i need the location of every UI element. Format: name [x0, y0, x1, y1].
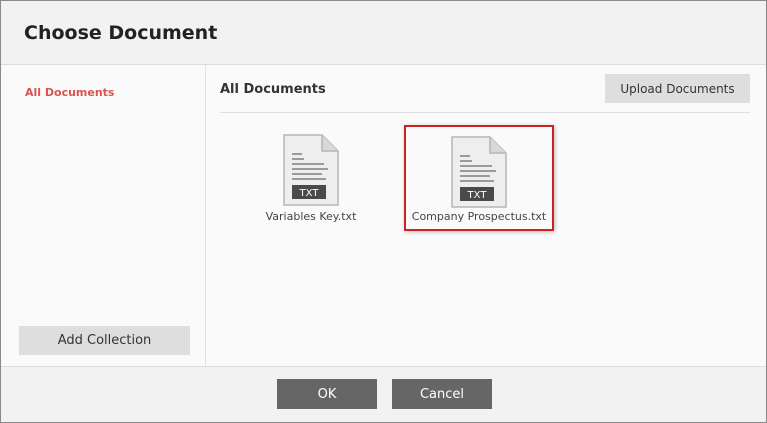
txt-file-icon: TXT: [283, 134, 339, 206]
dialog-header: Choose Document: [1, 1, 766, 65]
dialog-title: Choose Document: [24, 22, 218, 44]
divider: [220, 112, 750, 113]
file-type-badge: TXT: [467, 190, 488, 201]
document-item-company-prospectus[interactable]: TXT Company Prospectus.txt: [404, 125, 554, 231]
cancel-button[interactable]: Cancel: [392, 379, 492, 409]
ok-button[interactable]: OK: [277, 379, 377, 409]
sidebar: All Documents Add Collection: [1, 65, 206, 366]
txt-file-icon: TXT: [451, 136, 507, 208]
sidebar-item-all-documents[interactable]: All Documents: [25, 86, 114, 99]
document-browser: All Documents Upload Documents TXT Varia…: [206, 65, 766, 366]
section-title: All Documents: [220, 82, 326, 97]
file-type-badge: TXT: [299, 188, 320, 199]
upload-documents-button[interactable]: Upload Documents: [605, 74, 750, 103]
document-name: Variables Key.txt: [265, 210, 357, 223]
choose-document-dialog: Choose Document All Documents Add Collec…: [0, 0, 767, 423]
dialog-footer: OK Cancel: [1, 366, 766, 422]
document-item-variables-key[interactable]: TXT Variables Key.txt: [236, 125, 386, 231]
add-collection-button[interactable]: Add Collection: [19, 326, 190, 355]
document-name: Company Prospectus.txt: [411, 210, 547, 223]
